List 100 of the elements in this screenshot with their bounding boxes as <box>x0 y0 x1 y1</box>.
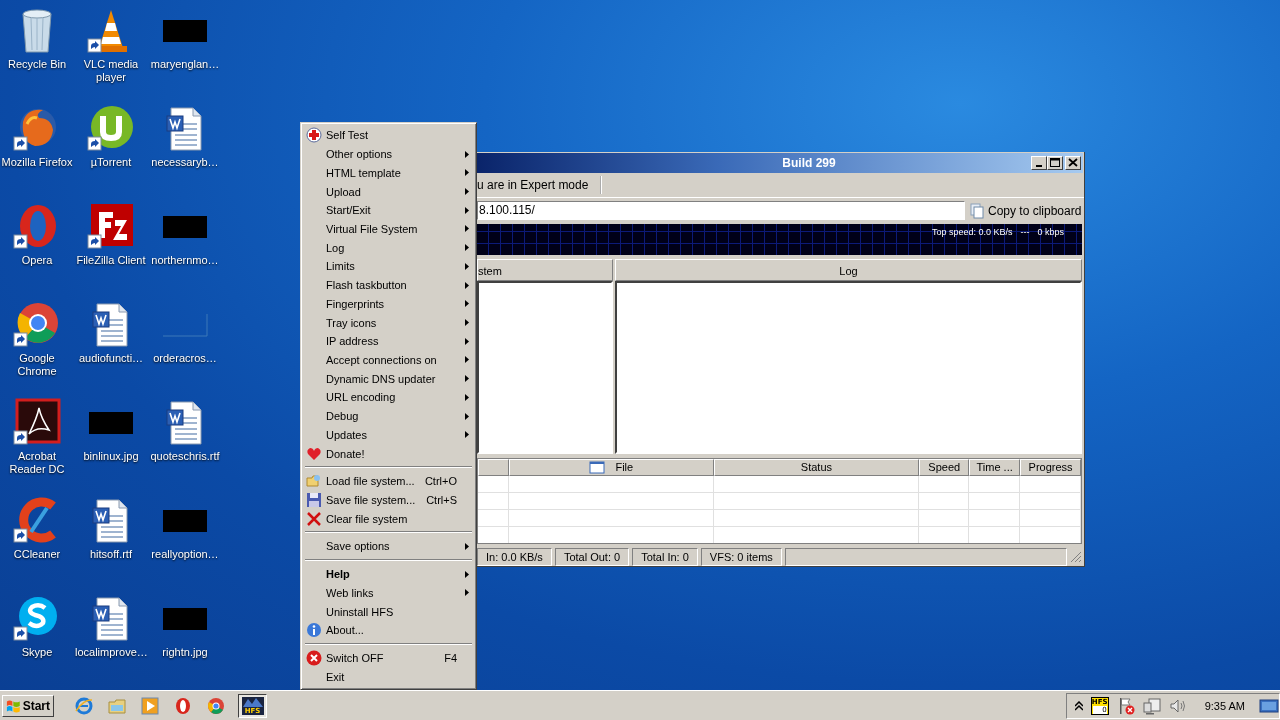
menu-item[interactable]: Debug <box>304 406 473 426</box>
column-header[interactable]: Progress <box>1020 458 1081 476</box>
submenu-arrow-icon <box>465 542 469 550</box>
icon-label[interactable]: CCleaner <box>13 548 61 561</box>
acrobat-icon[interactable] <box>13 398 61 446</box>
table-cell <box>478 475 509 493</box>
submenu-arrow-icon <box>465 337 469 345</box>
menu-item[interactable]: Clear file system <box>304 509 473 529</box>
icon-label[interactable]: localimprove… <box>75 646 147 659</box>
icon-label[interactable]: necessaryb… <box>151 156 219 169</box>
icon-label[interactable]: FileZilla Client <box>76 254 146 267</box>
icon-label[interactable]: Recycle Bin <box>7 58 67 71</box>
menu-item[interactable]: About... <box>304 620 473 640</box>
status-field: Total Out: 0 <box>554 547 630 566</box>
url-field[interactable]: 8.100.115/ <box>477 201 965 221</box>
status-field: In: 0.0 KB/s <box>477 547 552 566</box>
chrome-icon[interactable] <box>13 300 61 348</box>
icon-label[interactable]: Mozilla Firefox <box>1 156 73 169</box>
submenu-arrow-icon <box>465 225 469 233</box>
network-icon[interactable] <box>1142 696 1161 715</box>
maximize-icon <box>1048 156 1062 170</box>
table-cell <box>1020 509 1081 527</box>
media-player-icon[interactable] <box>141 696 159 715</box>
icon-label[interactable]: binlinux.jpg <box>83 450 139 463</box>
resize-grip-icon[interactable] <box>1070 550 1082 563</box>
menu-item[interactable]: Dynamic DNS updater <box>304 369 473 389</box>
browser-e-icon[interactable] <box>75 696 93 715</box>
submenu-arrow-icon <box>465 244 469 252</box>
file-icon <box>589 460 606 474</box>
menu-item[interactable]: Load file system... Ctrl+O <box>304 471 473 491</box>
menu-item[interactable]: Log <box>304 238 473 258</box>
icon-label[interactable]: rightn.jpg <box>162 646 208 659</box>
icon-label[interactable]: maryenglan… <box>150 58 220 71</box>
submenu-arrow-icon <box>465 262 469 270</box>
submenu-arrow-icon <box>465 281 469 289</box>
start-button[interactable]: Start <box>2 694 54 717</box>
icon-label[interactable]: quoteschris.rtf <box>150 450 220 463</box>
submenu-arrow-icon <box>465 356 469 364</box>
clock[interactable]: 9:35 AM <box>1204 699 1245 712</box>
menu-item[interactable]: Updates <box>304 425 473 445</box>
menu-item[interactable]: Web links <box>304 583 473 603</box>
menu-item[interactable]: Help <box>304 564 473 584</box>
icon-label[interactable]: reallyoption… <box>151 548 219 561</box>
close-button[interactable] <box>1065 155 1081 170</box>
menu-item[interactable]: Limits <box>304 257 473 276</box>
minimize-button[interactable] <box>1031 155 1047 170</box>
menu-item[interactable]: HTML template <box>304 163 473 183</box>
table-cell <box>969 509 1021 527</box>
copy-icon <box>969 202 985 219</box>
menu-item[interactable]: Save file system... Ctrl+S <box>304 490 473 510</box>
menu-item[interactable]: Save options <box>304 537 473 556</box>
panel-header: stem <box>477 259 613 282</box>
icon-label[interactable]: VLC media player <box>75 58 147 84</box>
menu-item[interactable]: Virtual File System <box>304 219 473 239</box>
submenu-arrow-icon <box>465 412 469 420</box>
menu-item[interactable]: Uninstall HFS <box>304 602 473 621</box>
table-cell <box>478 492 509 510</box>
menu-item[interactable]: Accept connections on <box>304 350 473 370</box>
maximize-button[interactable] <box>1047 155 1063 170</box>
utorrent-icon[interactable] <box>87 104 135 152</box>
menu-item[interactable]: IP address <box>304 331 473 351</box>
menu-item[interactable]: URL encoding <box>304 388 473 407</box>
x-mark-icon <box>306 510 322 527</box>
menu-item[interactable]: Donate! <box>304 444 473 463</box>
menu-item[interactable]: Self Test <box>304 126 473 145</box>
icon-label[interactable]: Google Chrome <box>1 352 73 378</box>
menu-item[interactable]: Other options <box>304 144 473 164</box>
folder-icon <box>306 473 322 490</box>
submenu-arrow-icon <box>465 188 469 195</box>
graph-separator: --- <box>1020 226 1030 237</box>
column-header[interactable] <box>478 458 509 476</box>
menu-item[interactable]: Switch OFF F4 <box>304 648 473 668</box>
menu-item[interactable]: Exit <box>304 667 473 687</box>
table-cell <box>919 509 970 527</box>
column-header[interactable]: Status <box>713 458 920 476</box>
menu-item[interactable]: Tray icons <box>304 313 473 332</box>
show-desktop-icon[interactable] <box>1259 697 1279 714</box>
icon-label[interactable]: Acrobat Reader DC <box>1 450 73 476</box>
self-test-icon <box>306 127 322 144</box>
column-header[interactable]: File <box>508 458 714 476</box>
menu-item[interactable]: Fingerprints <box>304 294 473 314</box>
icon-label[interactable]: Skype <box>21 646 53 659</box>
opera-icon[interactable] <box>174 696 192 715</box>
column-header[interactable]: Speed <box>919 458 970 476</box>
menu-item[interactable]: Start/Exit <box>304 200 473 220</box>
table-cell <box>919 475 970 493</box>
chevron-up-icon[interactable] <box>1074 700 1083 711</box>
menu-item[interactable]: Flash taskbutton <box>304 275 473 295</box>
minimize-icon <box>1036 164 1042 167</box>
icon-label[interactable]: audiofuncti… <box>78 352 144 365</box>
menu-item[interactable]: Upload <box>304 182 473 201</box>
icon-label[interactable]: orderacros… <box>153 352 217 365</box>
column-header[interactable]: Time ... <box>969 458 1021 476</box>
icon-label[interactable]: Opera <box>21 254 53 267</box>
submenu-arrow-icon <box>465 375 469 383</box>
submenu-arrow-icon <box>465 431 469 439</box>
filezilla-icon[interactable] <box>87 202 135 250</box>
icon-label[interactable]: µTorrent <box>90 156 132 169</box>
icon-label[interactable]: hitsoff.rtf <box>90 548 132 561</box>
icon-label[interactable]: northernmo… <box>151 254 219 267</box>
